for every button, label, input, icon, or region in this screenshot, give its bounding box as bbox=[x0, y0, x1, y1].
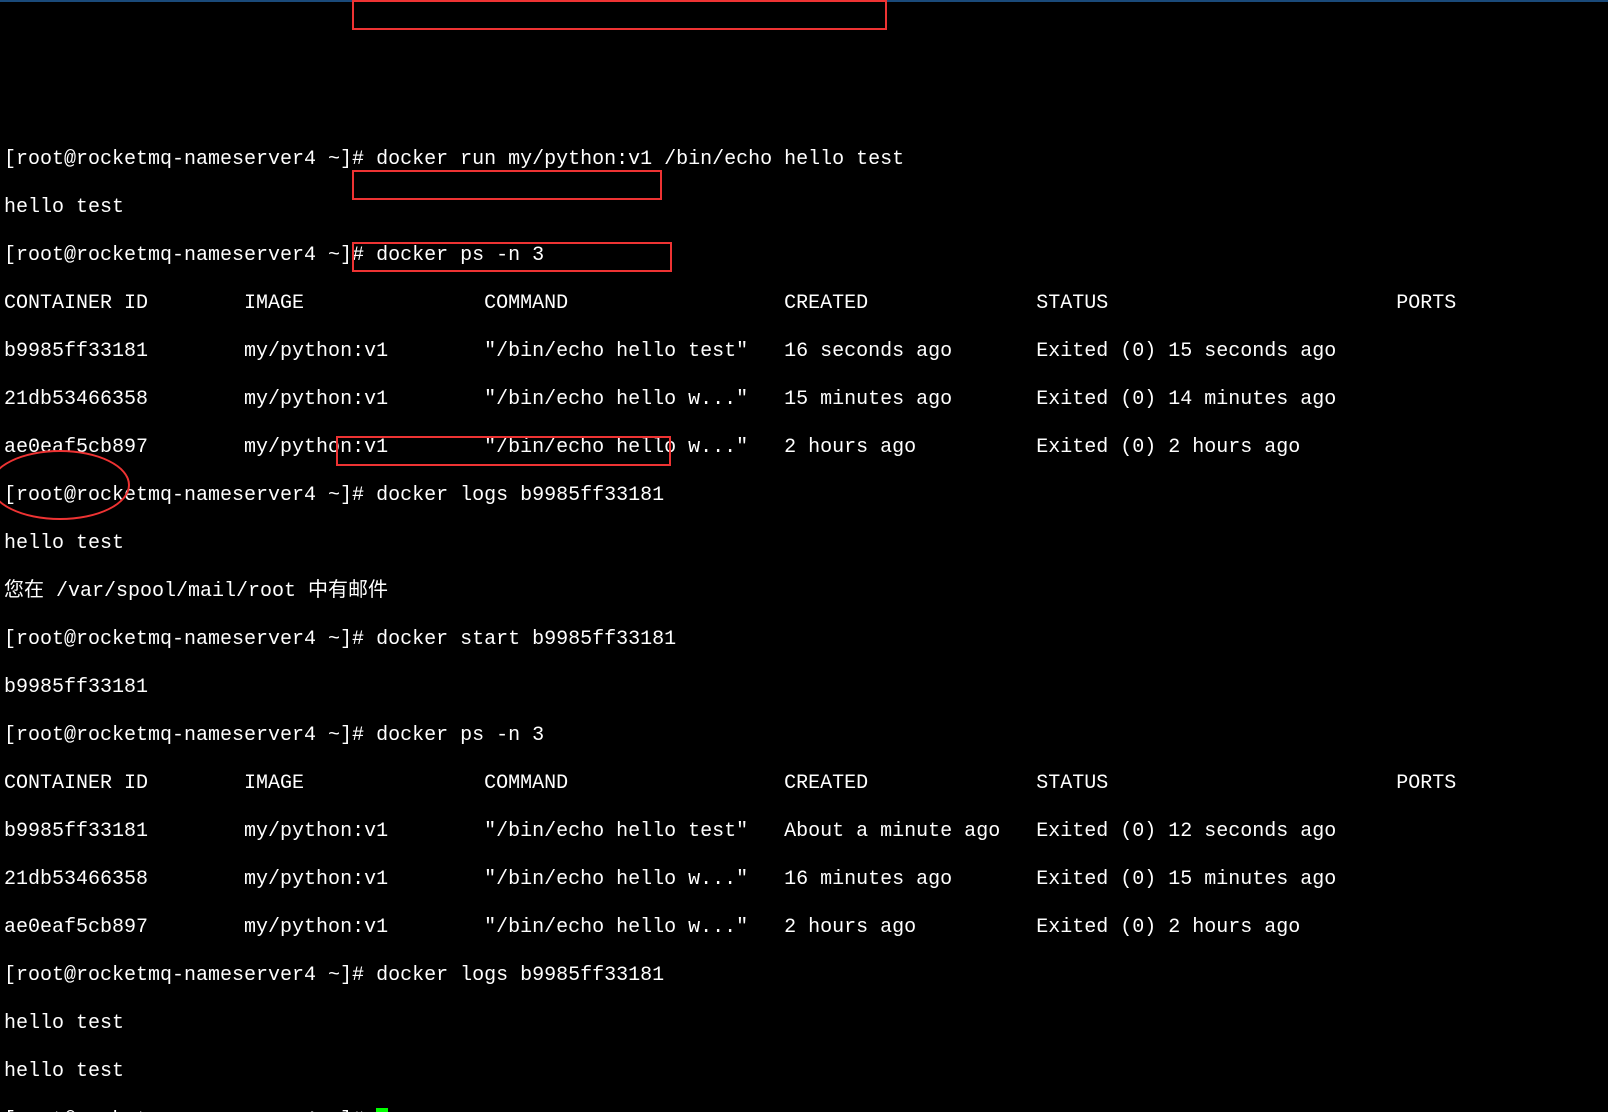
col-created: CREATED bbox=[784, 772, 868, 795]
output-hello-test: hello test bbox=[4, 1060, 1604, 1084]
cell-created: 2 hours ago bbox=[784, 916, 916, 939]
prompt: [root@rocketmq-nameserver4 ~]# bbox=[4, 724, 376, 747]
ps-row: b9985ff33181 my/python:v1 "/bin/echo hel… bbox=[4, 340, 1604, 364]
ps-header: CONTAINER ID IMAGE COMMAND CREATED STATU… bbox=[4, 772, 1604, 796]
col-command: COMMAND bbox=[484, 292, 568, 315]
cell-id: ae0eaf5cb897 bbox=[4, 916, 148, 939]
cell-status: Exited (0) 15 minutes ago bbox=[1036, 868, 1336, 891]
col-image: IMAGE bbox=[244, 292, 304, 315]
col-image: IMAGE bbox=[244, 772, 304, 795]
output-hello-test: hello test bbox=[4, 196, 1604, 220]
output-hello-test: hello test bbox=[4, 532, 1604, 556]
col-status: STATUS bbox=[1036, 772, 1108, 795]
cell-id: ae0eaf5cb897 bbox=[4, 436, 148, 459]
col-ports: PORTS bbox=[1396, 772, 1456, 795]
cell-image: my/python:v1 bbox=[244, 820, 388, 843]
ps-row: 21db53466358 my/python:v1 "/bin/echo hel… bbox=[4, 868, 1604, 892]
terminal-line: [root@rocketmq-nameserver4 ~]# docker ru… bbox=[4, 148, 1604, 172]
ps-row: ae0eaf5cb897 my/python:v1 "/bin/echo hel… bbox=[4, 436, 1604, 460]
terminal-line: [root@rocketmq-nameserver4 ~]# docker ps… bbox=[4, 244, 1604, 268]
prompt: [root@rocketmq-nameserver4 ~]# bbox=[4, 148, 376, 171]
cell-status: Exited (0) 12 seconds ago bbox=[1036, 820, 1336, 843]
cell-status: Exited (0) 2 hours ago bbox=[1036, 916, 1300, 939]
output-hello-test: hello test bbox=[4, 1012, 1604, 1036]
col-ports: PORTS bbox=[1396, 292, 1456, 315]
annotation-box bbox=[352, 0, 887, 30]
ps-row: b9985ff33181 my/python:v1 "/bin/echo hel… bbox=[4, 820, 1604, 844]
col-container-id: CONTAINER ID bbox=[4, 772, 148, 795]
cell-image: my/python:v1 bbox=[244, 868, 388, 891]
terminal-line: [root@rocketmq-nameserver4 ~]# docker ps… bbox=[4, 724, 1604, 748]
cell-created: 15 minutes ago bbox=[784, 388, 952, 411]
terminal-line: [root@rocketmq-nameserver4 ~]# docker lo… bbox=[4, 484, 1604, 508]
cell-created: 16 minutes ago bbox=[784, 868, 952, 891]
col-container-id: CONTAINER ID bbox=[4, 292, 148, 315]
col-created: CREATED bbox=[784, 292, 868, 315]
terminal-line: [root@rocketmq-nameserver4 ~]# docker lo… bbox=[4, 964, 1604, 988]
prompt: [root@rocketmq-nameserver4 ~]# bbox=[4, 484, 376, 507]
command-docker-start: docker start b9985ff33181 bbox=[376, 628, 676, 651]
prompt: [root@rocketmq-nameserver4 ~]# bbox=[4, 628, 376, 651]
command-docker-run: docker run my/python:v1 /bin/echo hello … bbox=[376, 148, 904, 171]
mail-notice: 您在 /var/spool/mail/root 中有邮件 bbox=[4, 580, 1604, 604]
cell-image: my/python:v1 bbox=[244, 340, 388, 363]
prompt: [root@rocketmq-nameserver4 ~]# bbox=[4, 244, 376, 267]
command-docker-logs: docker logs b9985ff33181 bbox=[376, 964, 664, 987]
prompt: [root@rocketmq-nameserver4 ~]# bbox=[4, 1109, 376, 1112]
cell-id: b9985ff33181 bbox=[4, 340, 148, 363]
cell-image: my/python:v1 bbox=[244, 916, 388, 939]
cell-command: "/bin/echo hello w..." bbox=[484, 388, 748, 411]
cell-status: Exited (0) 14 minutes ago bbox=[1036, 388, 1336, 411]
cell-status: Exited (0) 15 seconds ago bbox=[1036, 340, 1336, 363]
cell-id: 21db53466358 bbox=[4, 868, 148, 891]
cell-image: my/python:v1 bbox=[244, 388, 388, 411]
cell-id: 21db53466358 bbox=[4, 388, 148, 411]
cell-status: Exited (0) 2 hours ago bbox=[1036, 436, 1300, 459]
cell-command: "/bin/echo hello w..." bbox=[484, 868, 748, 891]
cell-command: "/bin/echo hello w..." bbox=[484, 436, 748, 459]
cell-command: "/bin/echo hello w..." bbox=[484, 916, 748, 939]
ps-row: 21db53466358 my/python:v1 "/bin/echo hel… bbox=[4, 388, 1604, 412]
window-top-border bbox=[0, 0, 1608, 2]
ps-row: ae0eaf5cb897 my/python:v1 "/bin/echo hel… bbox=[4, 916, 1604, 940]
terminal-line: [root@rocketmq-nameserver4 ~]# docker st… bbox=[4, 628, 1604, 652]
cell-command: "/bin/echo hello test" bbox=[484, 340, 748, 363]
col-command: COMMAND bbox=[484, 772, 568, 795]
cell-image: my/python:v1 bbox=[244, 436, 388, 459]
ps-header: CONTAINER ID IMAGE COMMAND CREATED STATU… bbox=[4, 292, 1604, 316]
cursor-icon bbox=[376, 1108, 388, 1112]
prompt: [root@rocketmq-nameserver4 ~]# bbox=[4, 964, 376, 987]
cell-id: b9985ff33181 bbox=[4, 820, 148, 843]
cell-created: About a minute ago bbox=[784, 820, 1000, 843]
terminal-line[interactable]: [root@rocketmq-nameserver4 ~]# bbox=[4, 1108, 1604, 1112]
cell-created: 16 seconds ago bbox=[784, 340, 952, 363]
command-docker-ps: docker ps -n 3 bbox=[376, 724, 544, 747]
cell-created: 2 hours ago bbox=[784, 436, 916, 459]
command-docker-ps: docker ps -n 3 bbox=[376, 244, 544, 267]
output-start-id: b9985ff33181 bbox=[4, 676, 1604, 700]
cell-command: "/bin/echo hello test" bbox=[484, 820, 748, 843]
command-docker-logs: docker logs b9985ff33181 bbox=[376, 484, 664, 507]
col-status: STATUS bbox=[1036, 292, 1108, 315]
